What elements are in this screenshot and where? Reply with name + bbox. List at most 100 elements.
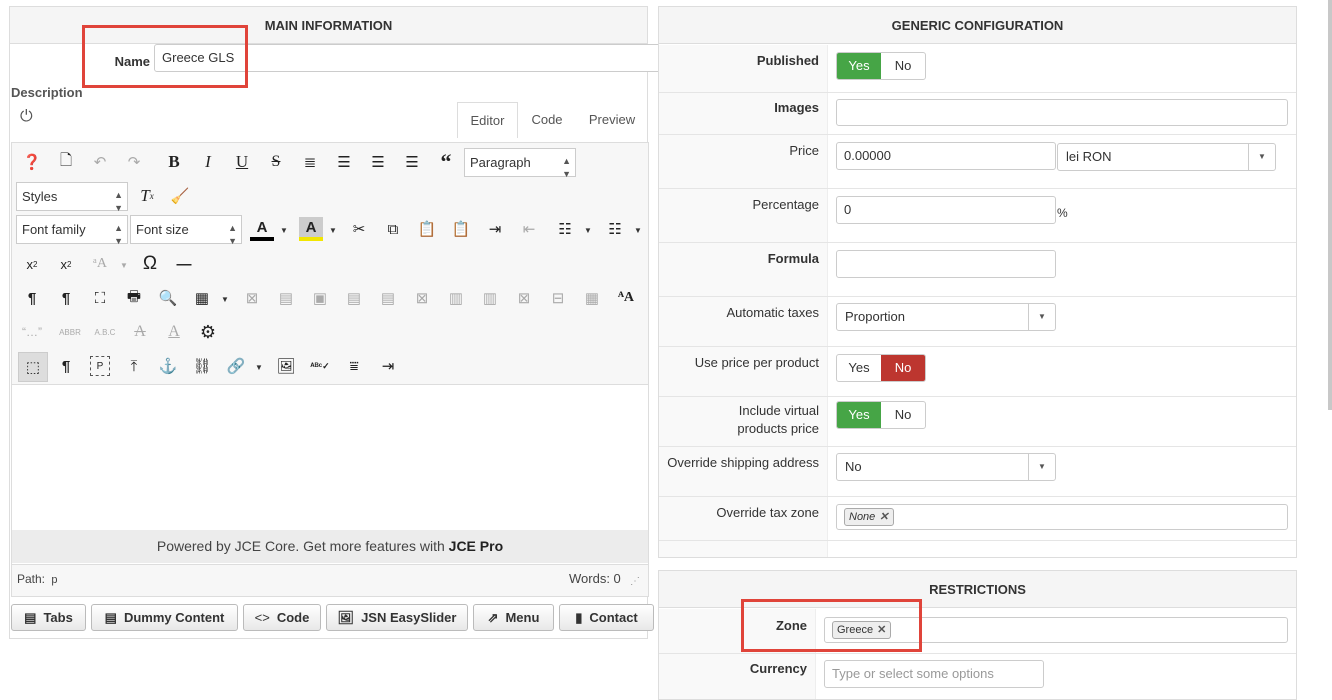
table-col-before-icon[interactable]: ▥	[444, 286, 468, 310]
table-delete-row-icon[interactable]: ⊠	[410, 286, 434, 310]
table-col-after-icon[interactable]: ▥	[478, 286, 502, 310]
numbered-list-icon[interactable]: ☷	[553, 217, 577, 241]
superscript-icon[interactable]: x2	[54, 252, 78, 276]
bold-icon[interactable]: B	[162, 150, 186, 174]
show-blocks-icon[interactable]: ¶	[54, 354, 78, 378]
placeholder-icon[interactable]: P	[90, 356, 110, 376]
search-icon[interactable]: 🔍	[156, 286, 180, 310]
redo-icon[interactable]: ↷	[122, 150, 146, 174]
indent-icon[interactable]: ⇥	[483, 217, 507, 241]
tab-editor[interactable]: Editor	[457, 102, 518, 138]
chevron-down-icon[interactable]: ▼	[221, 295, 229, 304]
undo-icon[interactable]: ↶	[88, 150, 112, 174]
table-cell-icon[interactable]: ▣	[308, 286, 332, 310]
chevron-down-icon[interactable]: ▼	[255, 363, 263, 372]
paste-icon[interactable]: 📋	[415, 217, 439, 241]
close-icon[interactable]: ✕	[879, 511, 888, 523]
cut-icon[interactable]: ✂	[347, 217, 371, 241]
paragraph-rtl-icon[interactable]: ¶	[54, 286, 78, 310]
fullscreen-icon[interactable]: ⛶	[88, 286, 112, 310]
include-virtual-toggle[interactable]: Yes No	[836, 401, 926, 429]
outdent-icon[interactable]: ⇤	[517, 217, 541, 241]
insert-icon[interactable]: ⤒	[122, 354, 146, 378]
visual-aid-icon[interactable]: ⬚	[18, 352, 48, 382]
underline-icon[interactable]: U	[230, 150, 254, 174]
tab-code[interactable]: Code	[520, 102, 574, 138]
subscript-icon[interactable]: x2	[20, 252, 44, 276]
table-merge-icon[interactable]: ▦	[580, 286, 604, 310]
clear-formatting-icon[interactable]: Tx	[135, 184, 159, 208]
source-icon[interactable]: ⇥	[376, 354, 400, 378]
chevron-down-icon[interactable]: ▼	[584, 226, 592, 235]
bulleted-list-icon[interactable]: ☷	[603, 217, 627, 241]
help-icon[interactable]: ❓	[20, 150, 44, 174]
include-virtual-yes[interactable]: Yes	[837, 402, 881, 428]
published-toggle[interactable]: Yes No	[836, 52, 926, 80]
chevron-down-icon[interactable]: ▼	[634, 226, 642, 235]
strikethrough-icon[interactable]: S	[264, 150, 288, 174]
scrollbar[interactable]	[1328, 0, 1332, 410]
blockquote-icon[interactable]: “	[434, 149, 458, 174]
menu-button[interactable]: ⇗ Menu	[473, 604, 554, 631]
table-row-icon[interactable]: ▤	[274, 286, 298, 310]
horizontal-rule-icon[interactable]: —	[172, 252, 196, 276]
paste-text-icon[interactable]: 📋	[449, 217, 473, 241]
font-family-select[interactable]: Font family ▲ ▼	[16, 215, 128, 246]
styles-select[interactable]: Styles ▲ ▼	[16, 182, 128, 213]
print-icon[interactable]: 🖶	[122, 286, 146, 310]
spell-check-icon[interactable]: ᴬᴮᶜ✓	[308, 354, 332, 378]
quote-icon[interactable]: “…”	[20, 320, 44, 344]
images-input[interactable]	[836, 99, 1288, 126]
paragraph-select[interactable]: Paragraph ▲ ▼	[464, 148, 576, 179]
page-break-icon[interactable]: ⩸	[342, 354, 366, 378]
font-size-adjust-icon[interactable]: ᵃA	[88, 252, 112, 276]
use-price-toggle[interactable]: Yes No	[836, 354, 926, 382]
use-price-yes[interactable]: Yes	[837, 355, 881, 381]
image-icon[interactable]: 🖼	[274, 354, 298, 378]
chevron-down-icon[interactable]: ▼	[329, 226, 337, 235]
jsn-easyslider-button[interactable]: 🖼 JSN EasySlider	[326, 604, 468, 631]
align-left-icon[interactable]: ☰	[366, 150, 390, 174]
link-icon[interactable]: 🔗	[224, 354, 248, 378]
table-split-icon[interactable]: ⊟	[546, 286, 570, 310]
align-right-icon[interactable]: ☰	[400, 150, 424, 174]
table-delete-icon[interactable]: ⊠	[240, 286, 264, 310]
text-color-icon[interactable]: A	[250, 217, 274, 241]
automatic-taxes-select[interactable]: Proportion ▼	[836, 303, 1056, 331]
italic-icon[interactable]: I	[196, 150, 220, 174]
background-color-icon[interactable]: A	[299, 217, 323, 241]
font-size-select[interactable]: Font size ▲ ▼	[130, 215, 242, 246]
power-icon[interactable]: ⏻	[20, 108, 33, 126]
acronym-icon[interactable]: A.B.C	[93, 320, 117, 344]
table-icon[interactable]: ▦	[190, 286, 214, 310]
justify-icon[interactable]: ≣	[298, 150, 322, 174]
jce-pro-link[interactable]: JCE Pro	[449, 538, 503, 554]
copy-icon[interactable]: ⧉	[381, 217, 405, 241]
code-button[interactable]: <> Code	[243, 604, 321, 631]
contact-button[interactable]: ▮ Contact	[559, 604, 654, 631]
use-price-no[interactable]: No	[881, 355, 925, 381]
percentage-input[interactable]: 0	[836, 196, 1056, 224]
path-value[interactable]: p	[51, 574, 57, 586]
override-shipping-select[interactable]: No ▼	[836, 453, 1056, 481]
anchor-icon[interactable]: ⚓	[156, 354, 180, 378]
price-input[interactable]: 0.00000	[836, 142, 1056, 170]
delete-text-icon[interactable]: A	[128, 320, 152, 344]
align-center-icon[interactable]: ☰	[332, 150, 356, 174]
table-row-after-icon[interactable]: ▤	[376, 286, 400, 310]
table-row-before-icon[interactable]: ▤	[342, 286, 366, 310]
cleanup-brush-icon[interactable]: 🧹	[168, 184, 192, 208]
insert-text-icon[interactable]: A	[162, 320, 186, 344]
new-document-icon[interactable]: 🗋	[54, 150, 78, 174]
tabs-button[interactable]: ▤ Tabs	[11, 604, 86, 631]
override-tax-zone-input[interactable]: None ✕	[836, 504, 1288, 530]
special-character-icon[interactable]: Ω	[138, 252, 162, 276]
chevron-down-icon[interactable]: ▼	[120, 261, 128, 270]
dummy-content-button[interactable]: ▤ Dummy Content	[91, 604, 238, 631]
chevron-down-icon[interactable]: ▼	[280, 226, 288, 235]
editor-content[interactable]	[12, 386, 648, 530]
paragraph-ltr-icon[interactable]: ¶	[20, 286, 44, 310]
formula-input[interactable]	[836, 250, 1056, 278]
tab-preview[interactable]: Preview	[578, 102, 646, 138]
gear-icon[interactable]: ⚙	[196, 320, 220, 344]
